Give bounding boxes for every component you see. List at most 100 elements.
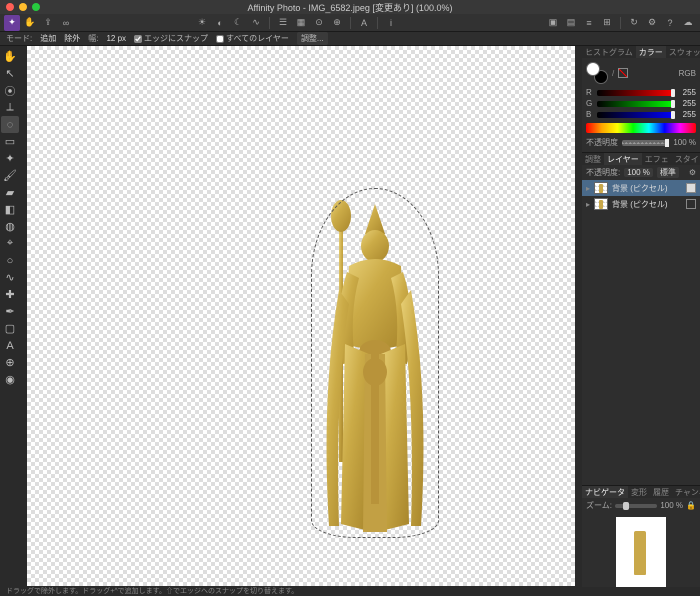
- all-layers-checkbox[interactable]: すべてのレイヤー: [216, 33, 289, 44]
- tool-hand[interactable]: ✋: [1, 48, 19, 65]
- hue-strip[interactable]: [586, 123, 696, 133]
- account-icon[interactable]: ☁: [680, 15, 696, 31]
- color-mode-dropdown[interactable]: RGB: [679, 69, 696, 78]
- layer-row[interactable]: ▸ 背景 (ピクセル): [582, 196, 700, 212]
- channel-value-B[interactable]: 255: [678, 110, 696, 119]
- tool-pen[interactable]: ✒: [1, 303, 19, 320]
- disclosure-icon[interactable]: ▸: [586, 200, 590, 209]
- snap-icon[interactable]: ⊙: [311, 15, 327, 31]
- tool-fill[interactable]: ▰: [1, 184, 19, 201]
- tool-move[interactable]: ↖: [1, 65, 19, 82]
- autolevels-icon[interactable]: ☀: [194, 15, 210, 31]
- context-toolbar: モード: 追加 除外 幅: 12 px エッジにスナップ すべてのレイヤー 調整…: [0, 32, 700, 46]
- color-swatch[interactable]: [586, 62, 608, 84]
- tool-color-picker[interactable]: ⦿: [1, 82, 19, 99]
- autocolor-icon[interactable]: ☾: [230, 15, 246, 31]
- channel-label-G: G: [586, 99, 594, 108]
- none-color-icon[interactable]: [618, 68, 628, 78]
- disclosure-icon[interactable]: ▸: [586, 184, 590, 193]
- tool-flood-select[interactable]: ✦: [1, 150, 19, 167]
- tool-text[interactable]: A: [1, 337, 19, 354]
- autocontrast-icon[interactable]: ◐: [212, 15, 228, 31]
- persona-photo-icon[interactable]: ✦: [4, 15, 20, 31]
- opacity-slider[interactable]: [622, 140, 669, 146]
- align-icon[interactable]: ≡: [581, 15, 597, 31]
- tool-dodge[interactable]: ○: [1, 252, 19, 269]
- layer-name[interactable]: 背景 (ピクセル): [612, 199, 682, 210]
- tool-view[interactable]: ◉: [1, 371, 19, 388]
- layer-opacity-value[interactable]: 100 %: [624, 168, 653, 177]
- tab-スウォッチ[interactable]: スウォッチ: [666, 46, 700, 58]
- channel-value-G[interactable]: 255: [678, 99, 696, 108]
- layer-name[interactable]: 背景 (ピクセル): [612, 183, 682, 194]
- link-icon[interactable]: ∞: [58, 15, 74, 31]
- share-icon[interactable]: ⇪: [40, 15, 56, 31]
- canvas-area: [20, 46, 582, 587]
- tab-カラー[interactable]: カラー: [636, 46, 666, 58]
- tool-marquee[interactable]: ▭: [1, 133, 19, 150]
- mode-subtract-button[interactable]: 除外: [64, 33, 80, 44]
- refine-button[interactable]: 調整...: [297, 32, 328, 45]
- tool-selection-brush[interactable]: ◌: [1, 116, 19, 133]
- group-icon[interactable]: ⊞: [599, 15, 615, 31]
- tool-smudge[interactable]: ∿: [1, 269, 19, 286]
- mode-add-button[interactable]: 追加: [40, 33, 56, 44]
- preferences-icon[interactable]: ⚙: [644, 15, 660, 31]
- layers-panel-tabs: 調整レイヤーエフェスタイストッ: [582, 153, 700, 165]
- color-panel-tabs: ヒストグラムカラースウォッチブラシ: [582, 46, 700, 58]
- tool-zoom[interactable]: ⊕: [1, 354, 19, 371]
- width-label: 幅:: [88, 33, 98, 44]
- layer-settings-icon[interactable]: ⚙: [689, 168, 696, 177]
- tab-履歴[interactable]: 履歴: [650, 486, 672, 498]
- maximize-window-button[interactable]: [32, 3, 40, 11]
- tool-clone[interactable]: ⌖: [1, 235, 19, 252]
- tab-ナビゲータ[interactable]: ナビゲータ: [582, 486, 628, 498]
- channel-slider-R[interactable]: [597, 90, 675, 96]
- navigator-panel: ナビゲータ変形履歴チャンネル ズーム: 100 % 🔒: [582, 485, 700, 595]
- rotate-icon[interactable]: ↻: [626, 15, 642, 31]
- hand-icon[interactable]: ✋: [22, 15, 38, 31]
- tab-変形[interactable]: 変形: [628, 486, 650, 498]
- tab-スタイ[interactable]: スタイ: [672, 153, 700, 165]
- help-icon[interactable]: ?: [662, 15, 678, 31]
- tool-retouch[interactable]: ✚: [1, 286, 19, 303]
- tool-erase[interactable]: ◍: [1, 218, 19, 235]
- close-window-button[interactable]: [6, 3, 14, 11]
- tab-調整[interactable]: 調整: [582, 153, 604, 165]
- layer-visibility-checkbox[interactable]: [686, 183, 696, 193]
- tools-panel: ✋↖⦿⟂◌▭✦🖌▰◧◍⌖○∿✚✒▢A⊕◉: [0, 46, 20, 587]
- tab-レイヤー[interactable]: レイヤー: [604, 153, 642, 165]
- channel-value-R[interactable]: 255: [678, 88, 696, 97]
- snap-to-edges-checkbox[interactable]: エッジにスナップ: [134, 33, 208, 44]
- navigator-panel-tabs: ナビゲータ変形履歴チャンネル: [582, 486, 700, 498]
- opacity-value[interactable]: 100 %: [673, 138, 696, 147]
- arrange-back-icon[interactable]: ▣: [545, 15, 561, 31]
- layer-visibility-checkbox[interactable]: [686, 199, 696, 209]
- stack-icon[interactable]: ☰: [275, 15, 291, 31]
- width-value[interactable]: 12 px: [106, 34, 126, 43]
- tool-shape[interactable]: ▢: [1, 320, 19, 337]
- zoom-lock-icon[interactable]: 🔒: [686, 501, 696, 510]
- info-icon[interactable]: i: [383, 15, 399, 31]
- auto-icon[interactable]: A: [356, 15, 372, 31]
- arrange-front-icon[interactable]: ▤: [563, 15, 579, 31]
- assistant-icon[interactable]: ⊕: [329, 15, 345, 31]
- zoom-value[interactable]: 100 %: [660, 501, 683, 510]
- navigator-preview[interactable]: [616, 517, 666, 589]
- channel-slider-B[interactable]: [597, 112, 675, 118]
- curves-icon[interactable]: ∿: [248, 15, 264, 31]
- tool-paint-brush[interactable]: 🖌: [1, 167, 19, 184]
- tab-チャンネル[interactable]: チャンネル: [672, 486, 700, 498]
- tool-crop[interactable]: ⟂: [1, 99, 19, 116]
- blend-mode-dropdown[interactable]: 標準: [657, 167, 679, 178]
- document-canvas[interactable]: [27, 46, 575, 586]
- channel-slider-G[interactable]: [597, 101, 675, 107]
- minimize-window-button[interactable]: [19, 3, 27, 11]
- tab-エフェ[interactable]: エフェ: [642, 153, 672, 165]
- mode-label: モード:: [6, 33, 32, 44]
- grid-icon[interactable]: ▦: [293, 15, 309, 31]
- tool-gradient[interactable]: ◧: [1, 201, 19, 218]
- tab-ヒストグラム[interactable]: ヒストグラム: [582, 46, 636, 58]
- zoom-slider[interactable]: [615, 504, 657, 508]
- layer-row[interactable]: ▸ 背景 (ピクセル): [582, 180, 700, 196]
